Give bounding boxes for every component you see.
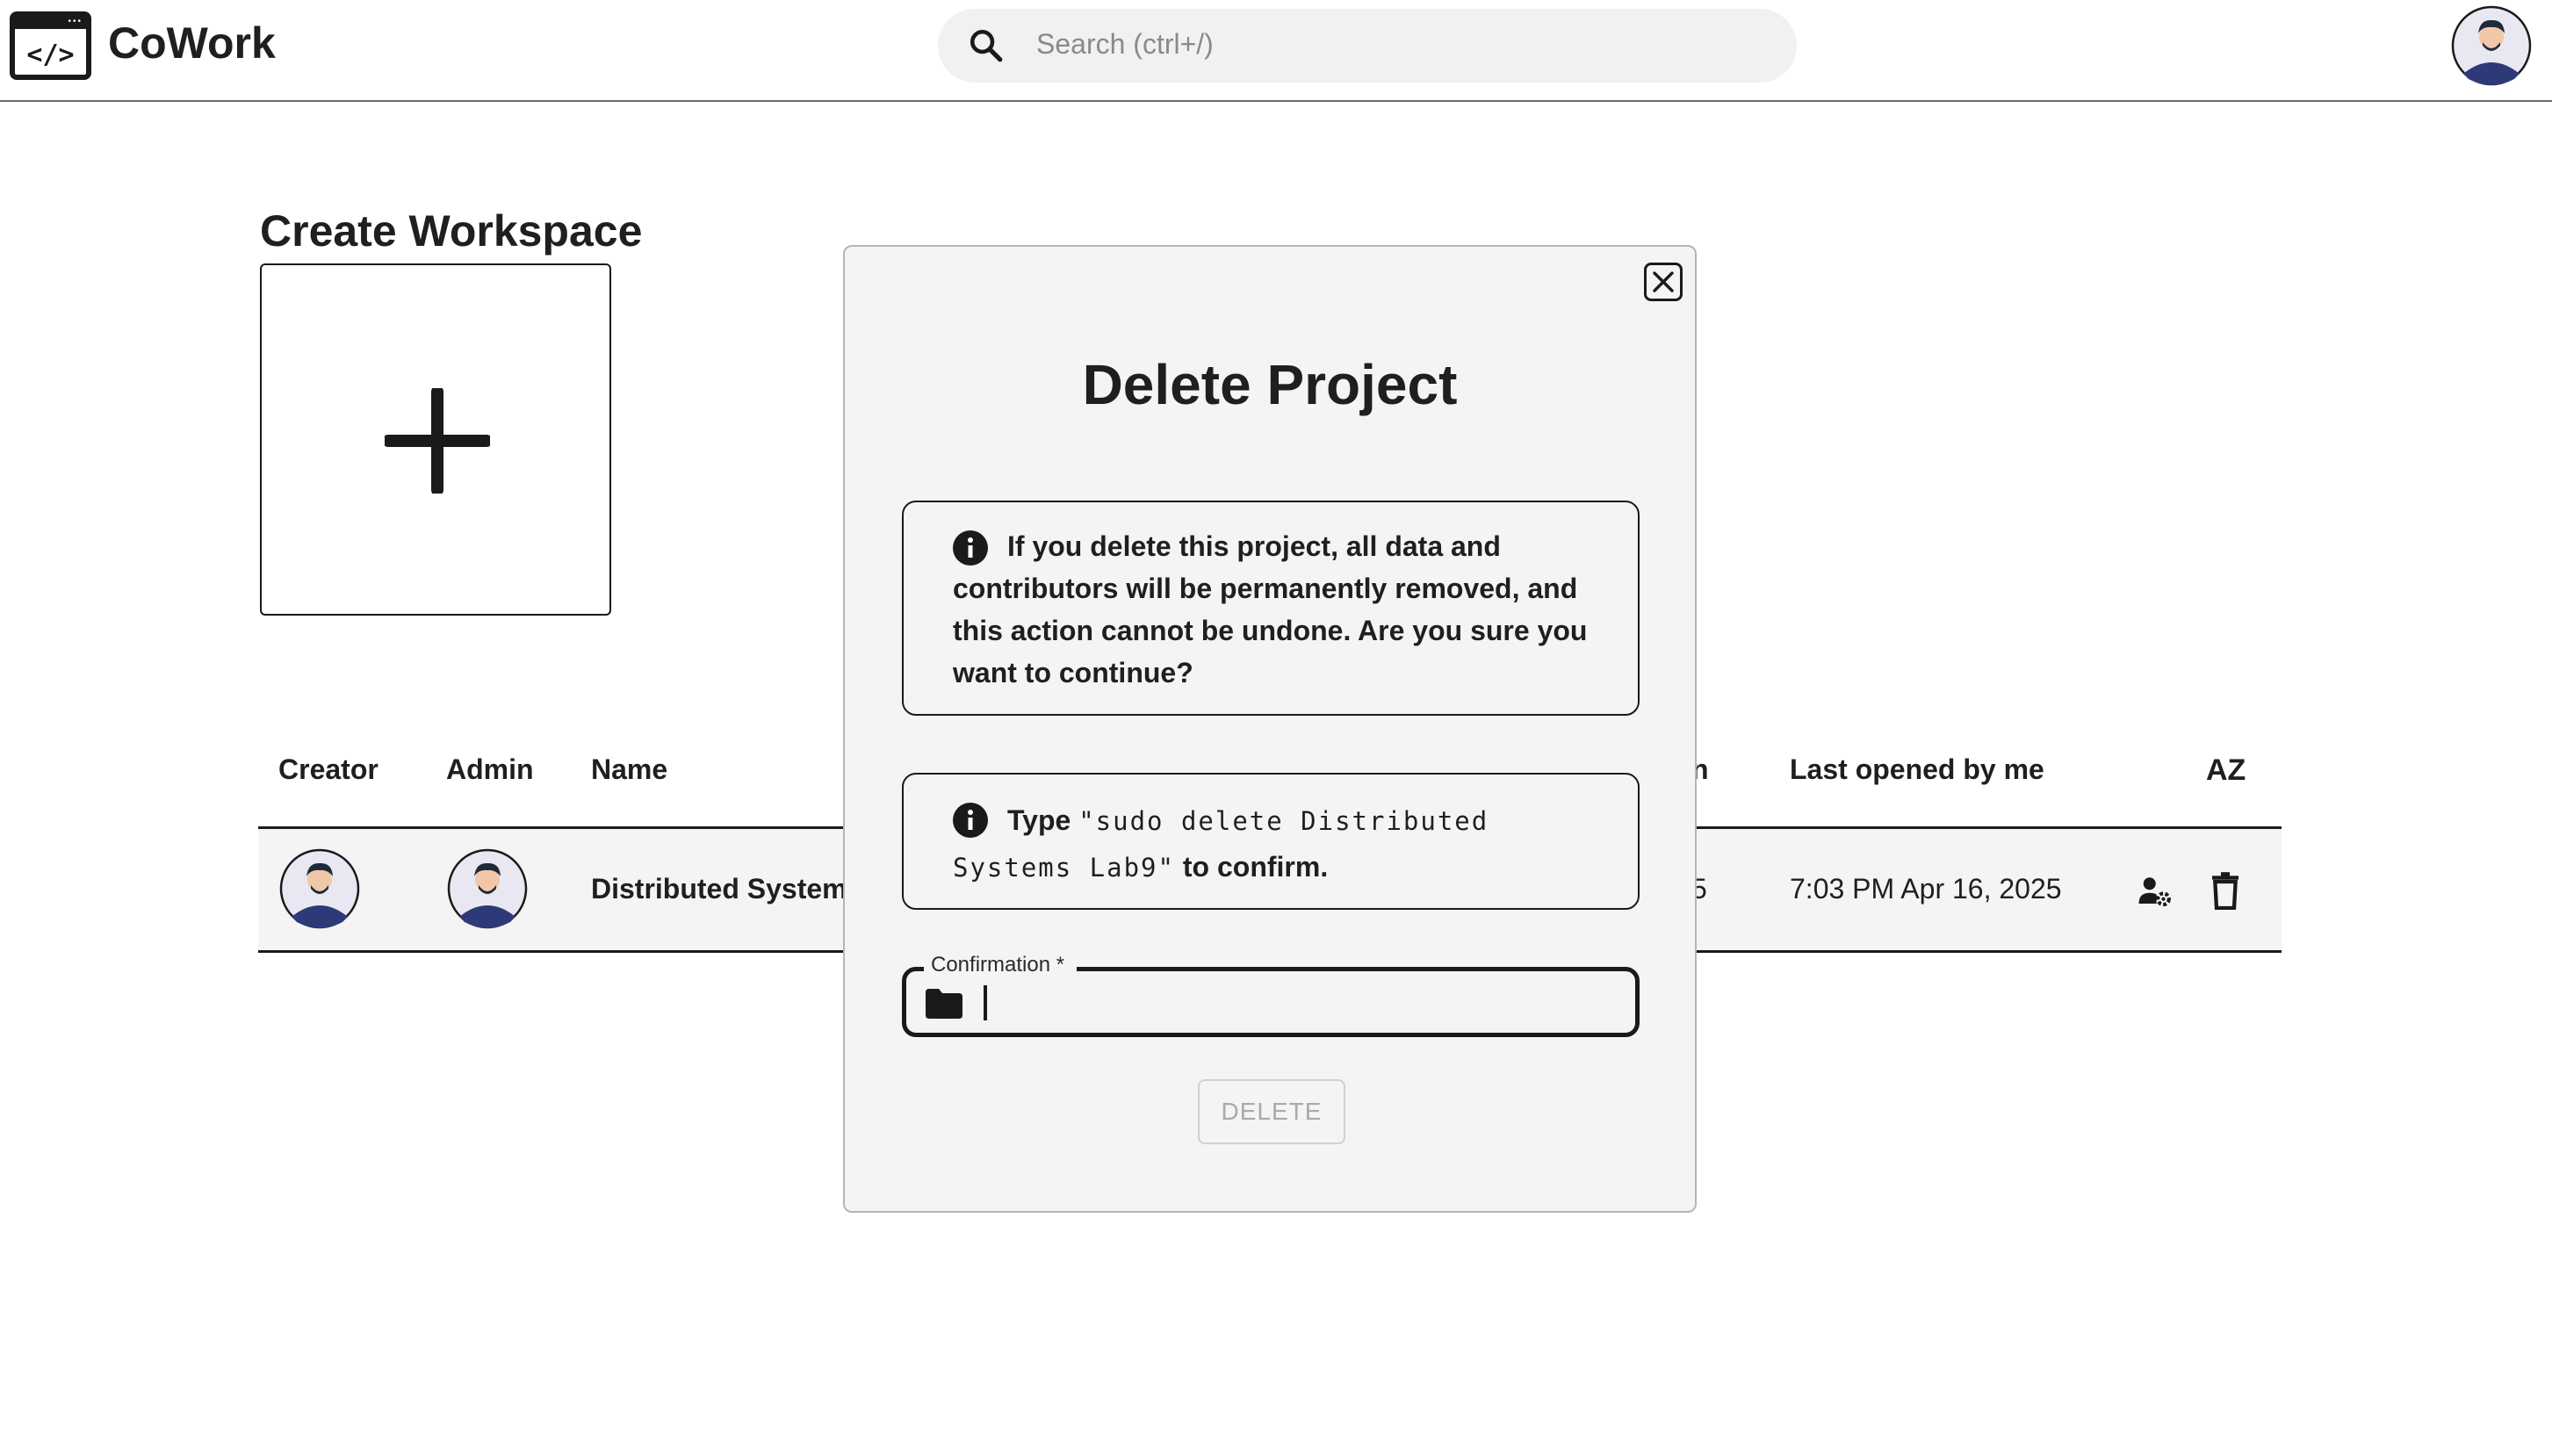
confirmation-label: Confirmation * xyxy=(924,953,1078,977)
warning-text: If you delete this project, all data and… xyxy=(953,530,1588,688)
user-avatar[interactable] xyxy=(2451,5,2532,86)
code-window-icon[interactable]: ••• </> xyxy=(10,11,91,80)
confirm-phrase-line2: Systems Lab9" xyxy=(953,853,1175,883)
search-placeholder: Search (ctrl+/) xyxy=(1036,28,1214,60)
search-icon xyxy=(970,29,1003,62)
delete-button[interactable]: DELETE xyxy=(1198,1079,1345,1144)
trash-icon[interactable] xyxy=(2208,871,2243,910)
search-input[interactable]: Search (ctrl+/) xyxy=(938,9,1797,83)
last-opened-value: 7:03 PM Apr 16, 2025 xyxy=(1790,873,2062,905)
plus-icon xyxy=(385,388,490,494)
confirm-phrase-line1: "sudo delete Distributed xyxy=(1078,806,1489,836)
project-name[interactable]: Distributed System xyxy=(591,873,847,905)
close-icon xyxy=(1653,271,1674,292)
manage-user-icon[interactable] xyxy=(2136,873,2173,910)
text-cursor xyxy=(984,985,987,1020)
column-header-name[interactable]: Name xyxy=(591,753,667,786)
admin-avatar xyxy=(447,848,528,929)
logo-code: </> xyxy=(26,40,75,70)
instruction-box: Type "sudo delete Distributed Systems La… xyxy=(902,773,1640,910)
create-workspace-title: Create Workspace xyxy=(260,206,643,256)
instruction-text: Type "sudo delete Distributed Systems La… xyxy=(953,797,1594,890)
creator-avatar xyxy=(279,848,360,929)
instruction-suffix: to confirm. xyxy=(1182,851,1329,883)
folder-icon xyxy=(926,989,962,1019)
close-button[interactable] xyxy=(1644,263,1683,301)
brand-name[interactable]: CoWork xyxy=(108,18,276,68)
top-bar: ••• </> CoWork Search (ctrl+/) xyxy=(0,0,2552,102)
create-workspace-button[interactable] xyxy=(260,263,611,616)
confirmation-field[interactable] xyxy=(902,967,1640,1037)
instruction-prefix: Type xyxy=(1007,804,1071,836)
delete-project-dialog: Delete Project If you delete this projec… xyxy=(843,245,1697,1213)
sort-az-icon[interactable]: AZ xyxy=(2206,753,2246,788)
warning-box: If you delete this project, all data and… xyxy=(902,501,1640,716)
column-header-admin[interactable]: Admin xyxy=(446,753,534,786)
column-header-last-opened[interactable]: Last opened by me xyxy=(1790,753,2044,786)
column-header-creator[interactable]: Creator xyxy=(278,753,378,786)
dialog-title: Delete Project xyxy=(1082,353,1458,416)
